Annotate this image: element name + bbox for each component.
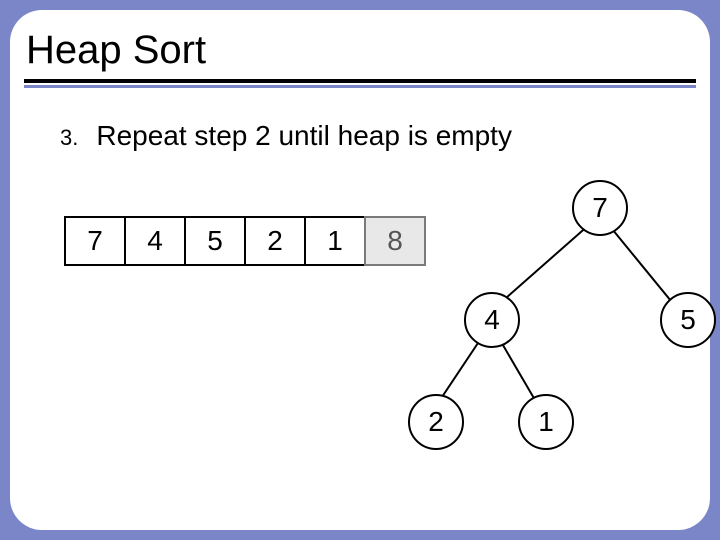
step-text: Repeat step 2 until heap is empty (96, 120, 512, 152)
array-cell: 2 (244, 216, 306, 266)
slide-card: Heap Sort 3. Repeat step 2 until heap is… (10, 10, 710, 530)
tree-node-right: 5 (660, 292, 716, 348)
array-cell: 7 (64, 216, 126, 266)
step-number: 3. (60, 125, 78, 151)
tree-node-root: 7 (572, 180, 628, 236)
tree-node-left-left: 2 (408, 394, 464, 450)
array-row: 7 4 5 2 1 8 (64, 216, 426, 266)
array-cell: 5 (184, 216, 246, 266)
title-rule-dark (24, 79, 696, 83)
title-rule-accent (24, 85, 696, 88)
array-cell: 4 (124, 216, 186, 266)
heap-tree: 7 4 5 2 1 (380, 180, 720, 480)
slide-title: Heap Sort (10, 28, 710, 79)
title-bar: Heap Sort (10, 28, 710, 88)
slide-body: 3. Repeat step 2 until heap is empty 7 4… (40, 120, 680, 510)
step-line: 3. Repeat step 2 until heap is empty (60, 120, 680, 152)
array-cell: 1 (304, 216, 366, 266)
tree-node-left: 4 (464, 292, 520, 348)
tree-node-left-right: 1 (518, 394, 574, 450)
slide-background: Heap Sort 3. Repeat step 2 until heap is… (0, 0, 720, 540)
